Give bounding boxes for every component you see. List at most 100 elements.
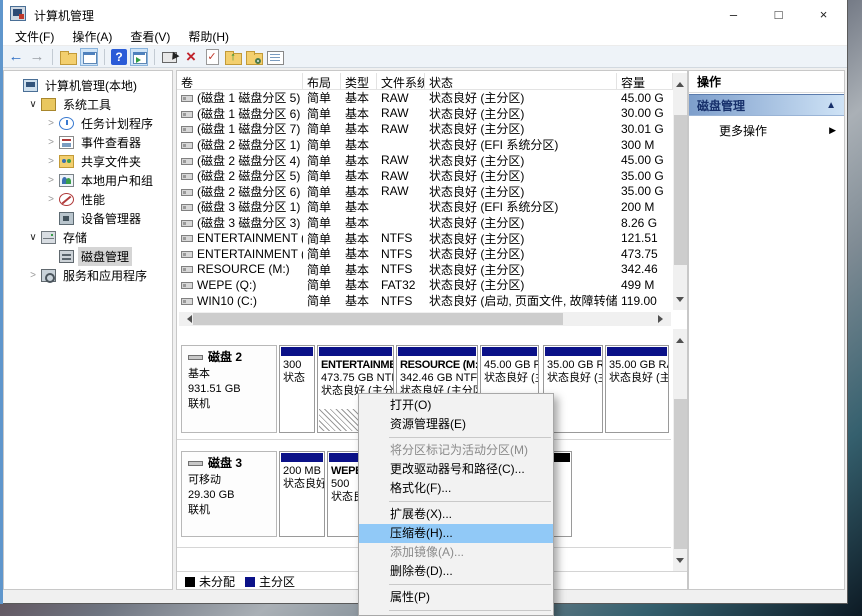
volume-table-hscrollbar[interactable]	[179, 312, 671, 326]
tree-item-label: 本地用户和组	[78, 171, 156, 190]
close-button[interactable]: ×	[801, 0, 846, 28]
scroll-down-icon[interactable]	[676, 297, 684, 306]
tree-item-9[interactable]: 磁盘管理	[4, 247, 172, 266]
volume-cell-3: 状态良好 (主分区)	[425, 167, 617, 184]
tree-expander-icon[interactable]: ∨	[26, 232, 40, 243]
menubar-item-1[interactable]: 操作(A)	[63, 28, 121, 45]
column-header-1[interactable]: 布局	[303, 73, 341, 89]
disk-3-partition-0[interactable]: 200 MB状态良好	[279, 451, 325, 537]
volume-table-vscrollbar[interactable]	[673, 73, 688, 310]
volume-cell-4: 300 M	[617, 138, 673, 152]
back-icon[interactable]: ←	[7, 48, 25, 66]
collapse-icon[interactable]: ▲	[826, 100, 836, 111]
partition-info-line: 状态良好 (主分区)	[484, 372, 535, 385]
tree-expander-icon[interactable]: >	[26, 270, 40, 281]
tree-item-7[interactable]: 设备管理器	[4, 209, 172, 228]
column-header-2[interactable]: 类型	[341, 73, 377, 89]
context-menu-item-8[interactable]: 压缩卷(H)...	[359, 524, 553, 543]
tree-item-5[interactable]: > 本地用户和组	[4, 171, 172, 190]
volume-row-3[interactable]: (磁盘 2 磁盘分区 1)简单基本状态良好 (EFI 系统分区)300 M	[177, 137, 673, 153]
forward-icon[interactable]: →	[28, 48, 46, 66]
volume-row-12[interactable]: WEPE (Q:)简单基本FAT32状态良好 (主分区)499 M	[177, 277, 673, 293]
scrollbar-thumb[interactable]	[193, 313, 563, 325]
column-header-4[interactable]: 状态	[425, 73, 617, 89]
tree-item-8[interactable]: ∨ 存储	[4, 228, 172, 247]
scroll-down-icon[interactable]	[676, 558, 684, 567]
volume-icon	[181, 235, 193, 242]
scrollbar-thumb[interactable]	[674, 115, 687, 265]
disk-label-box[interactable]: 磁盘 3可移动29.30 GB联机	[181, 451, 277, 537]
delete-icon[interactable]: ×	[182, 48, 200, 66]
tree-item-6[interactable]: >性能	[4, 190, 172, 209]
menubar-item-2[interactable]: 查看(V)	[121, 28, 179, 45]
title-bar[interactable]: 计算机管理 – □ ×	[0, 0, 847, 28]
tree-item-10[interactable]: >服务和应用程序	[4, 266, 172, 285]
disk-view-vscrollbar[interactable]	[673, 329, 688, 571]
scroll-left-icon[interactable]	[183, 315, 192, 323]
column-header-5[interactable]: 容量	[617, 73, 673, 89]
volume-row-7[interactable]: (磁盘 3 磁盘分区 1)简单基本状态良好 (EFI 系统分区)200 M	[177, 199, 673, 215]
window-title: 计算机管理	[34, 7, 94, 24]
open-folder-icon[interactable]	[59, 48, 77, 66]
tree-expander-icon[interactable]: >	[44, 156, 58, 167]
column-header-3[interactable]: 文件系统	[377, 73, 425, 89]
volume-row-11[interactable]: RESOURCE (M:)简单基本NTFS状态良好 (主分区)342.46	[177, 262, 673, 278]
help-icon[interactable]: ?	[111, 49, 127, 65]
context-menu-item-10[interactable]: 删除卷(D)...	[359, 562, 553, 581]
volume-name-cell: (磁盘 1 磁盘分区 5)	[177, 89, 303, 106]
tree-item-4[interactable]: >共享文件夹	[4, 152, 172, 171]
console-window-icon[interactable]	[80, 48, 98, 66]
volume-row-5[interactable]: (磁盘 2 磁盘分区 5)简单基本RAW状态良好 (主分区)35.00 G	[177, 168, 673, 184]
show-console-tree-icon[interactable]	[130, 48, 148, 66]
maximize-button[interactable]: □	[756, 0, 801, 28]
volume-name-cell: (磁盘 1 磁盘分区 7)	[177, 120, 303, 137]
tree-expander-icon[interactable]: >	[44, 118, 58, 129]
display-pointer-icon[interactable]	[161, 48, 179, 66]
shared-folders-icon	[59, 155, 74, 168]
tree-item-3[interactable]: >事件查看器	[4, 133, 172, 152]
volume-row-0[interactable]: (磁盘 1 磁盘分区 5)简单基本RAW状态良好 (主分区)45.00 G	[177, 90, 673, 106]
folder-search-icon[interactable]	[245, 48, 263, 66]
menubar-item-3[interactable]: 帮助(H)	[179, 28, 238, 45]
tree-expander-icon[interactable]: >	[44, 175, 58, 186]
volume-row-13[interactable]: WIN10 (C:)简单基本NTFS状态良好 (启动, 页面文件, 故障转储, …	[177, 293, 673, 309]
disk-label-box[interactable]: 磁盘 2基本931.51 GB联机	[181, 345, 277, 433]
tree-expander-icon[interactable]: >	[44, 194, 58, 205]
tree-item-0[interactable]: 计算机管理(本地)	[4, 76, 172, 95]
folder-up-icon[interactable]: ↑	[224, 48, 242, 66]
volume-row-1[interactable]: (磁盘 1 磁盘分区 6)简单基本RAW状态良好 (主分区)30.00 G	[177, 106, 673, 122]
disk-2-partition-5[interactable]: 35.00 GB RAW状态良好 (主分区)	[605, 345, 669, 433]
volume-cell-3: 状态良好 (EFI 系统分区)	[425, 198, 617, 215]
context-menu-item-4[interactable]: 更改驱动器号和路径(C)...	[359, 460, 553, 479]
volume-row-10[interactable]: ENTERTAINMENT (L:)简单基本NTFS状态良好 (主分区)473.…	[177, 246, 673, 262]
context-menu-item-5[interactable]: 格式化(F)...	[359, 479, 553, 498]
context-menu-item-0[interactable]: 打开(O)	[359, 396, 553, 415]
volume-cell-0: 简单	[303, 198, 341, 215]
volume-row-8[interactable]: (磁盘 3 磁盘分区 3)简单基本状态良好 (主分区)8.26 G	[177, 215, 673, 231]
context-menu-item-7[interactable]: 扩展卷(X)...	[359, 505, 553, 524]
volume-row-9[interactable]: ENTERTAINMENT (D:)简单基本NTFS状态良好 (主分区)121.…	[177, 230, 673, 246]
minimize-button[interactable]: –	[711, 0, 756, 28]
volume-row-4[interactable]: (磁盘 2 磁盘分区 4)简单基本RAW状态良好 (主分区)45.00 G	[177, 152, 673, 168]
volume-row-2[interactable]: (磁盘 1 磁盘分区 7)简单基本RAW状态良好 (主分区)30.01 G	[177, 121, 673, 137]
tree-item-1[interactable]: ∨系统工具	[4, 95, 172, 114]
actions-group-disk-management[interactable]: 磁盘管理 ▲	[689, 94, 844, 116]
check-document-icon[interactable]: ✓	[203, 48, 221, 66]
menubar-item-0[interactable]: 文件(F)	[6, 28, 63, 45]
scroll-up-icon[interactable]	[676, 78, 684, 87]
volume-name-cell: WEPE (Q:)	[177, 278, 303, 292]
scroll-up-icon[interactable]	[676, 334, 684, 343]
details-view-icon[interactable]	[266, 48, 284, 66]
context-menu-item-1[interactable]: 资源管理器(E)	[359, 415, 553, 434]
scrollbar-thumb[interactable]	[674, 399, 687, 549]
scroll-right-icon[interactable]	[658, 315, 667, 323]
context-menu-item-12[interactable]: 属性(P)	[359, 588, 553, 607]
tree-expander-icon[interactable]: >	[44, 137, 58, 148]
tree-item-label: 存储	[60, 228, 90, 247]
tree-expander-icon[interactable]: ∨	[26, 99, 40, 110]
column-header-0[interactable]: 卷	[177, 73, 303, 89]
volume-row-6[interactable]: (磁盘 2 磁盘分区 6)简单基本RAW状态良好 (主分区)35.00 G	[177, 184, 673, 200]
more-actions-item[interactable]: 更多操作 ▶	[689, 119, 844, 141]
tree-item-2[interactable]: >任务计划程序	[4, 114, 172, 133]
disk-2-partition-0[interactable]: 300状态	[279, 345, 315, 433]
